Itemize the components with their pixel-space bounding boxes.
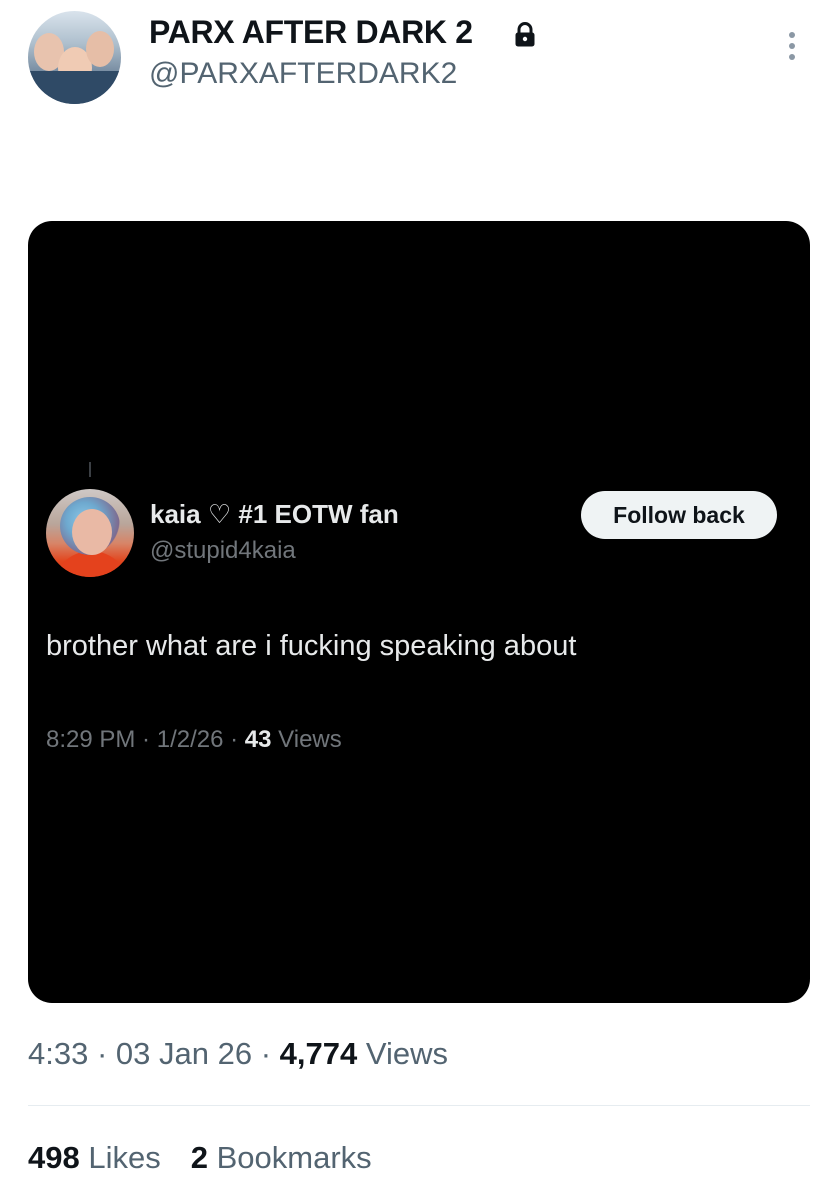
post-meta: 4:33 · 03 Jan 26 · 4,774 Views <box>28 1036 448 1071</box>
embedded-avatar <box>46 489 134 577</box>
likes-label: Likes <box>88 1140 161 1175</box>
embedded-time: 8:29 PM <box>46 726 136 753</box>
likes-count: 498 <box>28 1140 80 1175</box>
thread-line <box>89 462 91 477</box>
embedded-views-count: 43 <box>244 726 272 753</box>
embedded-name-text: kaia <box>150 499 201 529</box>
author-handle[interactable]: @PARXAFTERDARK2 <box>149 57 457 91</box>
post-media-image[interactable]: kaia ♡ #1 EOTW fan @stupid4kaia Follow b… <box>28 221 810 1003</box>
embedded-display-name: kaia ♡ #1 EOTW fan <box>150 499 399 530</box>
embedded-post-text: brother what are i fucking speaking abou… <box>46 630 577 662</box>
follow-back-button: Follow back <box>581 491 777 539</box>
post-date[interactable]: 03 Jan 26 <box>116 1036 252 1071</box>
embedded-date: 1/2/26 <box>156 726 224 753</box>
lock-icon <box>515 22 535 47</box>
post-views-count: 4,774 <box>279 1036 358 1071</box>
embedded-post-meta: 8:29 PM · 1/2/26 · 43 Views <box>46 726 342 753</box>
post-stats: 498 Likes 2 Bookmarks <box>28 1140 372 1176</box>
embedded-views-label: Views <box>278 726 342 753</box>
post-time[interactable]: 4:33 <box>28 1036 88 1071</box>
post-views-label: Views <box>365 1036 448 1071</box>
more-vertical-icon[interactable] <box>782 32 802 68</box>
heart-icon: ♡ <box>207 499 232 529</box>
bookmarks-count: 2 <box>190 1140 208 1175</box>
bookmarks-label: Bookmarks <box>216 1140 372 1175</box>
divider <box>28 1105 810 1106</box>
author-avatar[interactable] <box>28 11 121 104</box>
author-display-name[interactable]: PARX AFTER DARK 2 <box>149 14 473 51</box>
embedded-name-suffix: #1 EOTW fan <box>238 499 399 529</box>
bookmarks-stat[interactable]: 2 Bookmarks <box>191 1140 372 1175</box>
embedded-handle: @stupid4kaia <box>150 537 296 564</box>
likes-stat[interactable]: 498 Likes <box>28 1140 161 1175</box>
